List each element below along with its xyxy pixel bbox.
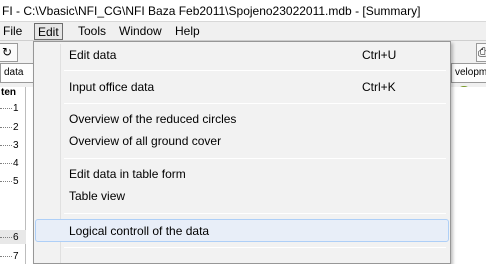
- menu-item-label: Overview of the reduced circles: [69, 112, 237, 126]
- menu-item-label: Logical controll of the data: [69, 224, 210, 238]
- menu-item-input-office-data[interactable]: Input office data Ctrl+K: [36, 76, 448, 98]
- menu-separator: [64, 247, 446, 248]
- menu-item-label: Input office data: [69, 80, 155, 94]
- tree-node[interactable]: 3: [0, 140, 19, 151]
- tree-node[interactable]: 6: [0, 232, 19, 243]
- window-title: FI - C:\Vbasic\NFI_CG\NFI Baza Feb2011\S…: [0, 0, 486, 22]
- menu-item-label: Edit data: [69, 48, 117, 62]
- menu-item-table-view[interactable]: Table view: [36, 185, 448, 207]
- menu-tools[interactable]: Tools: [75, 23, 109, 40]
- tab-development[interactable]: velopm: [451, 63, 486, 83]
- edit-menu-dropdown: Edit data Ctrl+U Input office data Ctrl+…: [33, 41, 451, 264]
- content-area: [452, 87, 486, 264]
- tree-node[interactable]: 1: [0, 103, 19, 114]
- menu-item-overview-ground-cover[interactable]: Overview of all ground cover: [36, 130, 448, 152]
- menu-item-label: Edit data in table form: [69, 167, 186, 181]
- tab-data[interactable]: data: [0, 63, 34, 83]
- menu-separator: [64, 213, 446, 214]
- menu-separator: [64, 70, 446, 71]
- menu-separator: [64, 158, 446, 159]
- tree-node[interactable]: 7: [0, 251, 19, 262]
- menu-item-label: Overview of all ground cover: [69, 134, 222, 148]
- menu-file[interactable]: File: [0, 23, 25, 40]
- menu-item-shortcut: Ctrl+K: [362, 80, 396, 94]
- menu-item-logical-controll[interactable]: Logical controll of the data: [35, 219, 449, 242]
- menu-item-label: Table view: [69, 189, 126, 203]
- menu-bar: File Edit Tools Window Help: [0, 22, 486, 41]
- menu-window[interactable]: Window: [116, 23, 165, 40]
- menu-item-overview-reduced-circles[interactable]: Overview of the reduced circles: [36, 108, 448, 130]
- tree-node[interactable]: 4: [0, 158, 19, 169]
- menu-item-edit-table-form[interactable]: Edit data in table form: [36, 163, 448, 185]
- menu-item-edit-data[interactable]: Edit data Ctrl+U: [36, 44, 448, 66]
- menu-help[interactable]: Help: [172, 23, 203, 40]
- tree-header: ten: [1, 87, 16, 98]
- menu-edit[interactable]: Edit: [34, 23, 63, 40]
- tree-panel: ten 1 2 3 4 5 6 7: [0, 87, 26, 264]
- menu-separator: [64, 103, 446, 104]
- toolbar-print-button[interactable]: ⎙: [476, 43, 486, 62]
- toolbar-refresh-button[interactable]: ↻: [0, 43, 18, 62]
- tree-node[interactable]: 5: [0, 176, 19, 187]
- tree-node[interactable]: 2: [0, 122, 19, 133]
- print-icon: ⎙: [478, 45, 486, 59]
- refresh-icon: ↻: [2, 45, 13, 59]
- menu-item-shortcut: Ctrl+U: [362, 48, 397, 62]
